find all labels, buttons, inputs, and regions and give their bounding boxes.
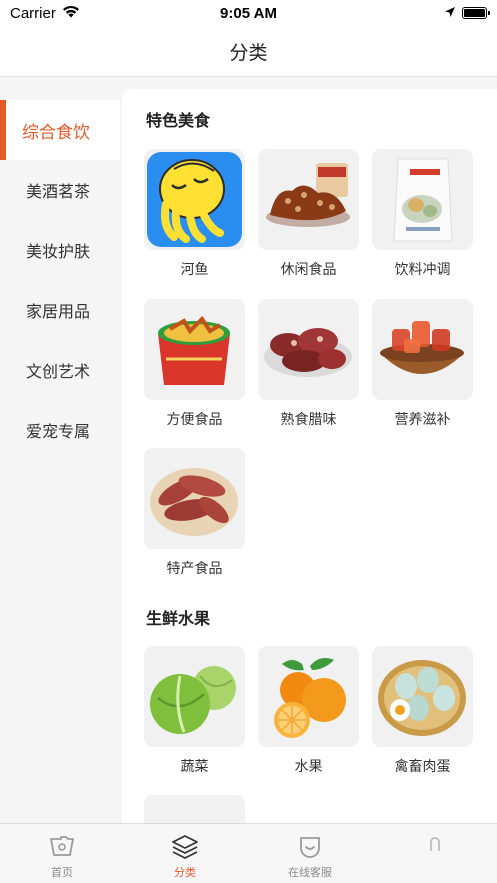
status-bar: Carrier 9:05 AM	[0, 0, 497, 26]
profile-icon	[420, 832, 450, 862]
category-label: 禽畜肉蛋	[394, 759, 451, 775]
home-icon	[47, 832, 77, 862]
category-item-instant-food[interactable]: 方便食品	[144, 299, 245, 429]
sidebar-item-label: 美妆护肤	[26, 242, 91, 261]
sidebar-item-label: 综合食饮	[22, 122, 90, 143]
category-item-cured-meat[interactable]: 熟食腊味	[258, 299, 359, 429]
sidebar-item-comprehensive-food[interactable]: 综合食饮	[0, 100, 120, 160]
sidebar-item-label: 文创艺术	[26, 362, 91, 381]
category-label: 熟食腊味	[280, 412, 337, 428]
category-label: 河鱼	[180, 262, 209, 278]
instant-food-icon	[144, 299, 245, 400]
tab-home[interactable]: 首页	[17, 824, 107, 883]
category-item-vegetables[interactable]: 蔬菜	[144, 646, 245, 776]
section-title: 特色美食	[146, 111, 211, 130]
category-label: 特产食品	[166, 561, 223, 577]
sidebar-item-label: 爱宠专属	[26, 422, 91, 441]
tab-service[interactable]: 在线客服	[265, 824, 355, 883]
navigation-bar: 分类	[0, 26, 497, 77]
sidebar-item-pets[interactable]: 爱宠专属	[0, 400, 120, 460]
category-label: 饮料冲调	[394, 262, 451, 278]
sidebar-item-beauty[interactable]: 美妆护肤	[0, 220, 120, 280]
sidebar-item-label: 美酒茗茶	[26, 182, 91, 201]
tab-profile[interactable]	[390, 824, 480, 883]
tab-bar: 首页 分类 在线客服	[0, 823, 497, 883]
sidebar-item-home[interactable]: 家居用品	[0, 280, 120, 340]
eggs-basket-icon	[372, 646, 473, 747]
category-label: 休闲食品	[280, 262, 337, 278]
page-title: 分类	[229, 41, 268, 64]
category-item-hey-fish[interactable]: 河鱼	[144, 149, 245, 279]
category-label: 方便食品	[166, 412, 223, 428]
carrier-label: Carrier	[10, 4, 56, 22]
service-icon	[295, 832, 325, 862]
cured-meat-icon	[258, 299, 359, 400]
drink-bag-icon	[372, 149, 473, 250]
category-item-meat-eggs[interactable]: 禽畜肉蛋	[372, 646, 473, 776]
category-sidebar: 综合食饮 美酒茗茶 美妆护肤 家居用品 文创艺术 爱宠专属	[0, 100, 120, 460]
sweet-potato-icon	[144, 448, 245, 549]
category-item-snacks[interactable]: 休闲食品	[258, 149, 359, 279]
sidebar-item-label: 家居用品	[26, 302, 91, 321]
battery-icon	[462, 7, 490, 19]
category-body: 综合食饮 美酒茗茶 美妆护肤 家居用品 文创艺术 爱宠专属 特色美食 河鱼 休闲…	[0, 77, 497, 829]
category-item-fruit[interactable]: 水果	[258, 646, 359, 776]
tab-label: 在线客服	[288, 866, 332, 879]
jelly-bowl-icon	[372, 299, 473, 400]
orange-icon	[258, 646, 359, 747]
cabbage-icon	[144, 646, 245, 747]
section-title: 生鲜水果	[146, 609, 211, 628]
category-label: 蔬菜	[180, 759, 209, 775]
category-label: 水果	[294, 759, 323, 775]
category-item-drinks[interactable]: 饮料冲调	[372, 149, 473, 279]
snack-food-icon	[258, 149, 359, 250]
category-item-specialty[interactable]: 特产食品	[144, 448, 245, 578]
category-icon	[170, 832, 200, 862]
category-content: 特色美食 河鱼 休闲食品 饮料冲调 方便食品 熟食腊味 营养滋补 特产食品 生鲜…	[122, 89, 497, 829]
tab-label: 分类	[174, 866, 196, 879]
wifi-icon	[62, 5, 80, 22]
location-arrow-icon	[444, 4, 456, 22]
category-label: 营养滋补	[394, 412, 451, 428]
sidebar-item-culture-art[interactable]: 文创艺术	[0, 340, 120, 400]
tab-category[interactable]: 分类	[140, 824, 230, 883]
hey-fish-logo-icon	[144, 149, 245, 250]
category-item-nutrition[interactable]: 营养滋补	[372, 299, 473, 429]
sidebar-item-wine-tea[interactable]: 美酒茗茶	[0, 160, 120, 220]
tab-label: 首页	[51, 866, 73, 879]
